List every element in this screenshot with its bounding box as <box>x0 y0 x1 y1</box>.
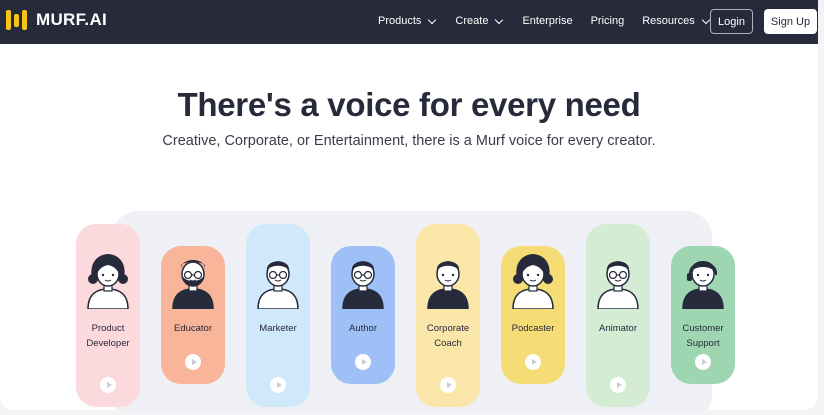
voice-card[interactable]: Educator <box>161 246 225 384</box>
voice-card[interactable]: Author <box>331 246 395 384</box>
play-icon <box>106 382 112 388</box>
man-suit-avatar-icon <box>424 249 472 310</box>
chevron-down-icon <box>428 15 437 24</box>
play-icon <box>191 359 197 365</box>
nav-item-label: Create <box>455 15 489 27</box>
voice-card-label: Animator <box>598 323 637 334</box>
nav-item-label: Pricing <box>590 15 625 27</box>
chevron-down-icon <box>495 15 504 24</box>
woman-headset-avatar-icon <box>679 249 727 310</box>
play-button[interactable] <box>525 354 541 370</box>
nav-item-create[interactable]: Create <box>455 15 504 27</box>
play-button[interactable] <box>610 377 626 393</box>
play-icon <box>446 382 452 388</box>
voice-card-label: Product Developer <box>86 323 130 349</box>
bearded-man-avatar-icon <box>169 249 217 310</box>
voice-card[interactable]: Corporate Coach <box>416 224 480 407</box>
nav-item-label: Products <box>378 15 422 27</box>
play-icon <box>616 382 622 388</box>
play-icon <box>276 382 282 388</box>
man-glasses-avatar-icon <box>594 249 642 310</box>
voice-card[interactable]: Product Developer <box>76 224 140 407</box>
page-subtitle: Creative, Corporate, or Entertainment, t… <box>162 133 656 149</box>
voice-card[interactable]: Customer Support <box>671 246 735 384</box>
play-button[interactable] <box>100 377 116 393</box>
murf-logo-icon <box>6 10 27 30</box>
play-button[interactable] <box>270 377 286 393</box>
woman-curly-hair-mic-avatar-icon <box>509 249 557 310</box>
man-glasses-sweater-avatar-icon <box>339 249 387 310</box>
man-glasses-avatar-icon <box>254 249 302 310</box>
login-button[interactable]: Login <box>710 9 753 34</box>
play-button[interactable] <box>355 354 371 370</box>
voice-card-label: Podcaster <box>511 323 555 334</box>
voice-card[interactable]: Animator <box>586 224 650 407</box>
signup-button[interactable]: Sign Up <box>764 9 817 34</box>
voice-card-label: Author <box>349 323 377 334</box>
voice-card[interactable]: Marketer <box>246 224 310 407</box>
chevron-down-icon <box>701 15 711 24</box>
top-navbar: MURF.AI Products Create Enterprise Prici… <box>0 0 818 44</box>
voice-card[interactable]: Podcaster <box>501 246 565 384</box>
play-button[interactable] <box>185 354 201 370</box>
voice-card-label: Corporate Coach <box>426 323 470 349</box>
play-icon <box>531 359 537 365</box>
nav-item-products[interactable]: Products <box>378 15 437 27</box>
play-icon <box>361 359 367 365</box>
nav-item-pricing[interactable]: Pricing <box>591 15 625 27</box>
logo-text: MURF.AI <box>36 10 108 29</box>
voice-card-label: Customer Support <box>682 323 724 349</box>
nav-item-resources[interactable]: Resources <box>642 15 711 27</box>
page-frame: MURF.AI Products Create Enterprise Prici… <box>0 0 818 410</box>
page-title: There's a voice for every need <box>177 86 641 123</box>
voice-card-label: Marketer <box>259 323 297 334</box>
nav-item-label: Enterprise <box>522 15 573 27</box>
play-button[interactable] <box>440 377 456 393</box>
play-icon <box>701 359 707 365</box>
nav-menu: Products Create Enterprise Pricing Resou… <box>378 15 711 27</box>
voice-card-label: Educator <box>173 323 213 334</box>
nav-item-enterprise[interactable]: Enterprise <box>522 15 572 27</box>
play-button[interactable] <box>695 354 711 370</box>
murf-logo[interactable]: MURF.AI <box>6 10 107 30</box>
nav-item-label: Resources <box>642 15 695 27</box>
woman-curly-hair-avatar-icon <box>84 249 132 310</box>
